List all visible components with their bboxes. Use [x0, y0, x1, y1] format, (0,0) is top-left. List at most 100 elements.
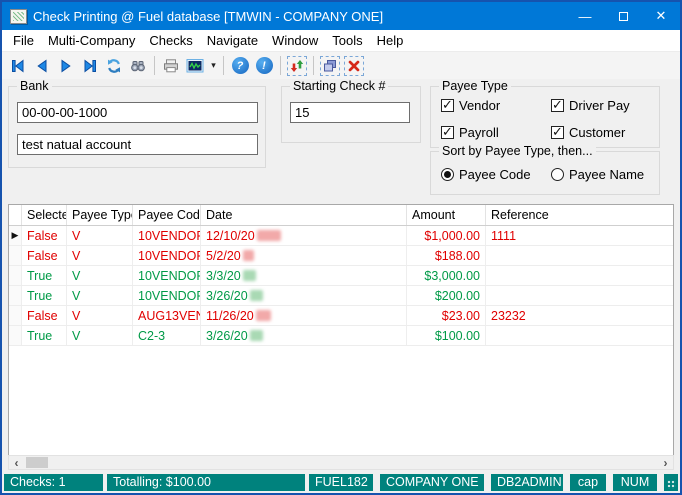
cell-payee-type[interactable]: V [67, 306, 133, 325]
checkbox-payroll[interactable]: Payroll [441, 125, 499, 140]
cell-amount[interactable]: $188.00 [407, 246, 486, 265]
cell-payee-type[interactable]: V [67, 246, 133, 265]
close-button[interactable]: ✕ [642, 2, 680, 30]
status-caps: cap [570, 474, 606, 491]
table-row[interactable]: ▶FalseV10VENDOR12/10/20$1,000.001111 [9, 226, 673, 246]
scroll-right-icon[interactable]: › [658, 456, 673, 469]
cell-payee-code[interactable]: C2-3 [133, 326, 201, 345]
cell-date[interactable]: 5/2/20 [201, 246, 407, 265]
maximize-button[interactable] [604, 2, 642, 30]
cell-payee-code[interactable]: 10VENDOR [133, 226, 201, 245]
print-preview-button[interactable] [183, 55, 207, 77]
exit-button[interactable] [342, 55, 366, 77]
first-record-button[interactable] [6, 55, 30, 77]
minimize-button[interactable]: — [566, 2, 604, 30]
checkbox-icon[interactable] [551, 126, 564, 139]
cell-reference[interactable] [486, 246, 673, 265]
checkbox-icon[interactable] [551, 99, 564, 112]
cell-amount[interactable]: $100.00 [407, 326, 486, 345]
row-selector[interactable] [9, 246, 22, 265]
cell-date[interactable]: 3/26/20 [201, 286, 407, 305]
menu-file[interactable]: File [6, 31, 41, 50]
cell-selected[interactable]: False [22, 226, 67, 245]
radio-payee-name[interactable]: Payee Name [551, 167, 644, 182]
cell-selected[interactable]: True [22, 326, 67, 345]
menu-help[interactable]: Help [370, 31, 411, 50]
sort-group-label: Sort by Payee Type, then... [439, 144, 596, 158]
refresh-button[interactable] [102, 55, 126, 77]
cell-selected[interactable]: True [22, 266, 67, 285]
cell-payee-code[interactable]: 10VENDOR [133, 266, 201, 285]
cell-selected[interactable]: False [22, 306, 67, 325]
next-record-button[interactable] [54, 55, 78, 77]
cell-payee-code[interactable]: AUG13VEN [133, 306, 201, 325]
cell-selected[interactable]: False [22, 246, 67, 265]
starting-check-input[interactable]: 15 [290, 102, 410, 123]
table-row[interactable]: TrueV10VENDOR3/26/20$200.00 [9, 286, 673, 306]
column-header-reference[interactable]: Reference [486, 205, 673, 225]
cell-payee-code[interactable]: 10VENDOR [133, 246, 201, 265]
column-header-date[interactable]: Date [201, 205, 407, 225]
cell-selected[interactable]: True [22, 286, 67, 305]
scrollbar-thumb[interactable] [26, 457, 48, 468]
checkbox-driver-pay[interactable]: Driver Pay [551, 98, 630, 113]
column-header-payee-code[interactable]: Payee Code [133, 205, 201, 225]
row-selector[interactable] [9, 326, 22, 345]
cell-date[interactable]: 3/26/20 [201, 326, 407, 345]
menu-window[interactable]: Window [265, 31, 325, 50]
cell-amount[interactable]: $200.00 [407, 286, 486, 305]
cell-date[interactable]: 11/26/20 [201, 306, 407, 325]
radio-payee-code[interactable]: Payee Code [441, 167, 531, 182]
help-button[interactable]: ? [228, 55, 252, 77]
transfer-button[interactable] [285, 55, 309, 77]
radio-icon[interactable] [551, 168, 564, 181]
cell-reference[interactable] [486, 326, 673, 345]
row-selector[interactable] [9, 306, 22, 325]
radio-icon[interactable] [441, 168, 454, 181]
bank-name-input[interactable]: test natual account [17, 134, 258, 155]
cell-amount[interactable]: $3,000.00 [407, 266, 486, 285]
resize-grip-icon[interactable] [664, 474, 678, 491]
about-button[interactable]: ! [252, 55, 276, 77]
column-header-amount[interactable]: Amount [407, 205, 486, 225]
cell-amount[interactable]: $1,000.00 [407, 226, 486, 245]
row-selector[interactable] [9, 266, 22, 285]
menu-checks[interactable]: Checks [142, 31, 199, 50]
row-selector[interactable] [9, 286, 22, 305]
cell-date[interactable]: 12/10/20 [201, 226, 407, 245]
menu-multi-company[interactable]: Multi-Company [41, 31, 142, 50]
checkbox-customer[interactable]: Customer [551, 125, 625, 140]
find-button[interactable] [126, 55, 150, 77]
table-row[interactable]: FalseVAUG13VEN11/26/20$23.0023232 [9, 306, 673, 326]
table-row[interactable]: TrueV10VENDOR3/3/20$3,000.00 [9, 266, 673, 286]
column-header-payee-type[interactable]: Payee Type [67, 205, 133, 225]
menu-tools[interactable]: Tools [325, 31, 369, 50]
cell-reference[interactable]: 1111 [486, 226, 673, 245]
cell-reference[interactable] [486, 286, 673, 305]
column-header-selected[interactable]: Selected [22, 205, 67, 225]
checkbox-icon[interactable] [441, 126, 454, 139]
cell-payee-code[interactable]: 10VENDOR [133, 286, 201, 305]
cell-date[interactable]: 3/3/20 [201, 266, 407, 285]
cell-amount[interactable]: $23.00 [407, 306, 486, 325]
horizontal-scrollbar[interactable]: ‹ › [8, 455, 674, 470]
previous-record-button[interactable] [30, 55, 54, 77]
windows-button[interactable] [318, 55, 342, 77]
bank-account-input[interactable]: 00-00-00-1000 [17, 102, 258, 123]
table-row[interactable]: TrueVC2-33/26/20$100.00 [9, 326, 673, 346]
table-row[interactable]: FalseV10VENDOR5/2/20$188.00 [9, 246, 673, 266]
scroll-left-icon[interactable]: ‹ [9, 456, 24, 469]
checkbox-icon[interactable] [441, 99, 454, 112]
checkbox-vendor[interactable]: Vendor [441, 98, 500, 113]
cell-payee-type[interactable]: V [67, 286, 133, 305]
row-selector[interactable]: ▶ [9, 226, 22, 245]
print-button[interactable] [159, 55, 183, 77]
menu-navigate[interactable]: Navigate [200, 31, 265, 50]
preview-dropdown-button[interactable]: ▾ [207, 55, 219, 77]
last-record-button[interactable] [78, 55, 102, 77]
cell-reference[interactable]: 23232 [486, 306, 673, 325]
cell-payee-type[interactable]: V [67, 326, 133, 345]
cell-reference[interactable] [486, 266, 673, 285]
cell-payee-type[interactable]: V [67, 226, 133, 245]
cell-payee-type[interactable]: V [67, 266, 133, 285]
